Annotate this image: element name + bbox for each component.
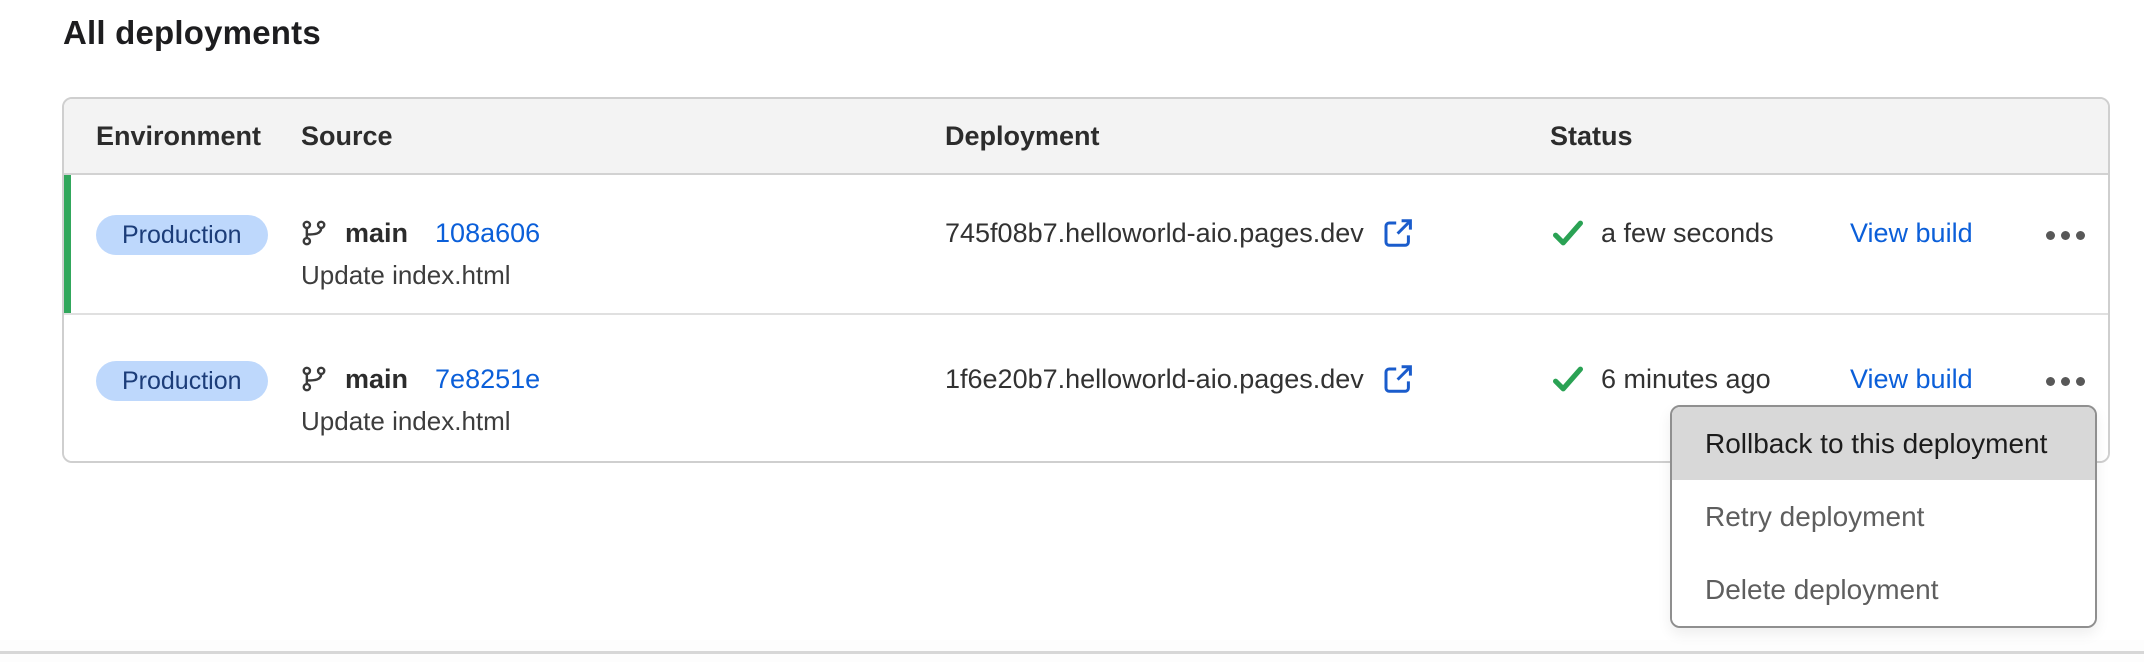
more-options-button[interactable]: [2038, 223, 2093, 248]
context-menu: Rollback to this deployment Retry deploy…: [1670, 405, 2097, 628]
context-menu-item-retry[interactable]: Retry deployment: [1672, 480, 2095, 553]
deployment-url: 745f08b7.helloworld-aio.pages.dev: [945, 218, 1364, 249]
branch-name: main: [345, 364, 408, 395]
view-build-link[interactable]: View build: [1850, 361, 1973, 397]
status-time: a few seconds: [1601, 218, 1774, 249]
environment-badge: Production: [96, 361, 268, 401]
header-environment: Environment: [64, 121, 301, 152]
external-link-icon[interactable]: [1382, 363, 1414, 395]
header-deployment: Deployment: [945, 121, 1550, 152]
git-branch-icon: [301, 219, 327, 247]
header-status: Status: [1550, 121, 2108, 152]
status-time: 6 minutes ago: [1601, 364, 1771, 395]
deployment-row: Production main 108a606 Update index.htm…: [64, 175, 2108, 315]
header-source: Source: [301, 121, 945, 152]
success-check-icon: [1552, 364, 1584, 394]
environment-badge: Production: [96, 215, 268, 255]
branch-name: main: [345, 218, 408, 249]
context-menu-item-delete[interactable]: Delete deployment: [1672, 553, 2095, 626]
external-link-icon[interactable]: [1382, 217, 1414, 249]
commit-message: Update index.html: [301, 406, 945, 437]
git-branch-icon: [301, 365, 327, 393]
more-options-button[interactable]: [2038, 369, 2093, 394]
context-menu-item-rollback[interactable]: Rollback to this deployment: [1672, 407, 2095, 480]
success-check-icon: [1552, 218, 1584, 248]
commit-hash-link[interactable]: 7e8251e: [435, 364, 540, 395]
page-bottom-divider: [0, 651, 2144, 654]
view-build-link[interactable]: View build: [1850, 215, 1973, 251]
commit-hash-link[interactable]: 108a606: [435, 218, 540, 249]
page-title: All deployments: [63, 14, 321, 52]
deployment-url: 1f6e20b7.helloworld-aio.pages.dev: [945, 364, 1364, 395]
commit-message: Update index.html: [301, 260, 945, 291]
current-deployment-indicator: [64, 175, 71, 313]
ellipsis-icon: [2046, 231, 2055, 240]
ellipsis-icon: [2046, 377, 2055, 386]
table-header: Environment Source Deployment Status: [64, 99, 2108, 175]
